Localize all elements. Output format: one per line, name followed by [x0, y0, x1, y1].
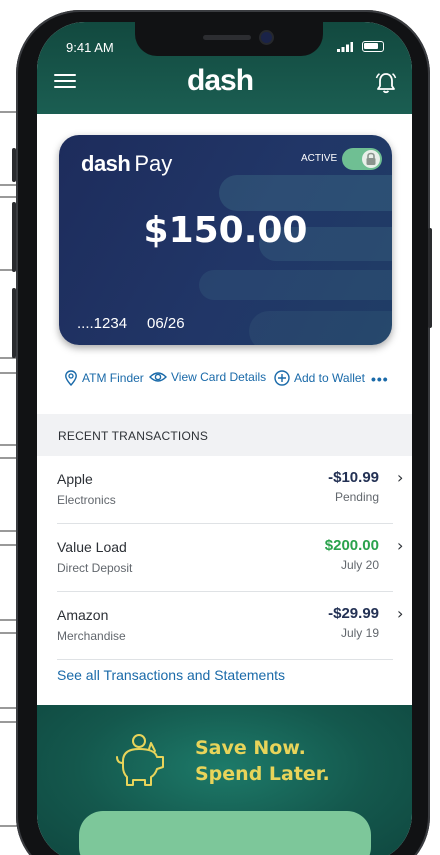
transaction-date: July 19 [340, 626, 379, 640]
transactions-heading: RECENT TRANSACTIONS [58, 429, 209, 443]
transaction-amount: $200.00 [324, 537, 379, 554]
phone-volume-up-button [12, 202, 16, 272]
card-active-toggle[interactable] [342, 148, 382, 170]
transaction-category: Direct Deposit [57, 561, 133, 575]
card-brand: dash Pay [81, 151, 172, 177]
plus-circle-icon [274, 370, 290, 386]
more-options-button[interactable]: ••• [371, 371, 389, 387]
card-brand-bold: dash [81, 151, 131, 176]
recent-transactions: RECENT TRANSACTIONS Apple Electronics -$… [37, 414, 412, 714]
transaction-row[interactable]: Value Load Direct Deposit $200.00 July 2… [57, 524, 403, 592]
payment-card[interactable]: dash Pay ACTIVE $150.00 ....1234 06/26 [59, 135, 392, 345]
app-logo: dash [187, 64, 254, 97]
atm-finder-label: ATM Finder [82, 371, 144, 385]
transaction-row[interactable]: Amazon Merchandise -$29.99 July 19 › [57, 592, 403, 660]
menu-icon[interactable] [54, 74, 76, 90]
speaker [203, 35, 251, 40]
card-status-label: ACTIVE [301, 153, 338, 164]
status-time: 9:41 AM [66, 40, 114, 55]
phone-volume-down-button [12, 288, 16, 358]
eye-icon [149, 372, 167, 382]
app-screen: 9:41 AM dash dash Pay ACTIVE $150.00 ...… [37, 22, 412, 855]
lock-icon [366, 152, 376, 165]
transaction-amount: -$10.99 [328, 469, 379, 486]
bell-icon[interactable] [375, 72, 397, 94]
battery-icon [362, 41, 384, 52]
add-to-wallet-label: Add to Wallet [294, 371, 365, 385]
card-decoration [249, 311, 392, 345]
transaction-category: Electronics [57, 493, 116, 507]
atm-finder-link[interactable]: ATM Finder [64, 370, 144, 386]
transaction-status: Pending [334, 490, 379, 504]
transaction-merchant: Apple [57, 471, 93, 487]
promo-action-button[interactable] [79, 811, 371, 855]
front-camera [261, 32, 272, 43]
transaction-amount: -$29.99 [328, 605, 379, 622]
card-actions: ATM Finder View Card Details Add to Wall… [37, 370, 412, 390]
card-expiry: 06/26 [147, 315, 185, 332]
location-pin-icon [65, 370, 77, 386]
add-to-wallet-link[interactable]: Add to Wallet [274, 370, 365, 386]
chevron-right-icon: › [397, 604, 404, 623]
promo-text: Save Now. Spend Later. [195, 735, 330, 787]
chevron-right-icon: › [397, 536, 404, 555]
card-balance: $150.00 [143, 210, 308, 251]
transaction-merchant: Value Load [57, 539, 127, 555]
card-decoration [199, 270, 392, 300]
notch [135, 22, 323, 56]
card-number: ....1234 [77, 315, 128, 332]
see-all-transactions-link[interactable]: See all Transactions and Statements [57, 667, 285, 683]
transaction-merchant: Amazon [57, 607, 109, 623]
phone-side-button [12, 148, 16, 182]
phone-power-button [428, 228, 432, 328]
transaction-date: July 20 [340, 558, 379, 572]
piggy-bank-icon [116, 734, 164, 786]
card-decoration [219, 175, 392, 211]
savings-promo-banner[interactable]: Save Now. Spend Later. [37, 705, 412, 855]
transaction-row[interactable]: Apple Electronics -$10.99 Pending › [57, 456, 403, 524]
toggle-knob [362, 150, 380, 168]
card-brand-light: Pay [134, 151, 173, 176]
view-card-details-link[interactable]: View Card Details [149, 370, 266, 384]
promo-line-2: Spend Later. [195, 763, 330, 785]
transaction-category: Merchandise [57, 629, 126, 643]
view-card-details-label: View Card Details [171, 370, 267, 384]
promo-line-1: Save Now. [195, 737, 306, 759]
chevron-right-icon: › [397, 468, 404, 487]
signal-icon [337, 42, 353, 52]
transactions-header: RECENT TRANSACTIONS [37, 414, 412, 456]
